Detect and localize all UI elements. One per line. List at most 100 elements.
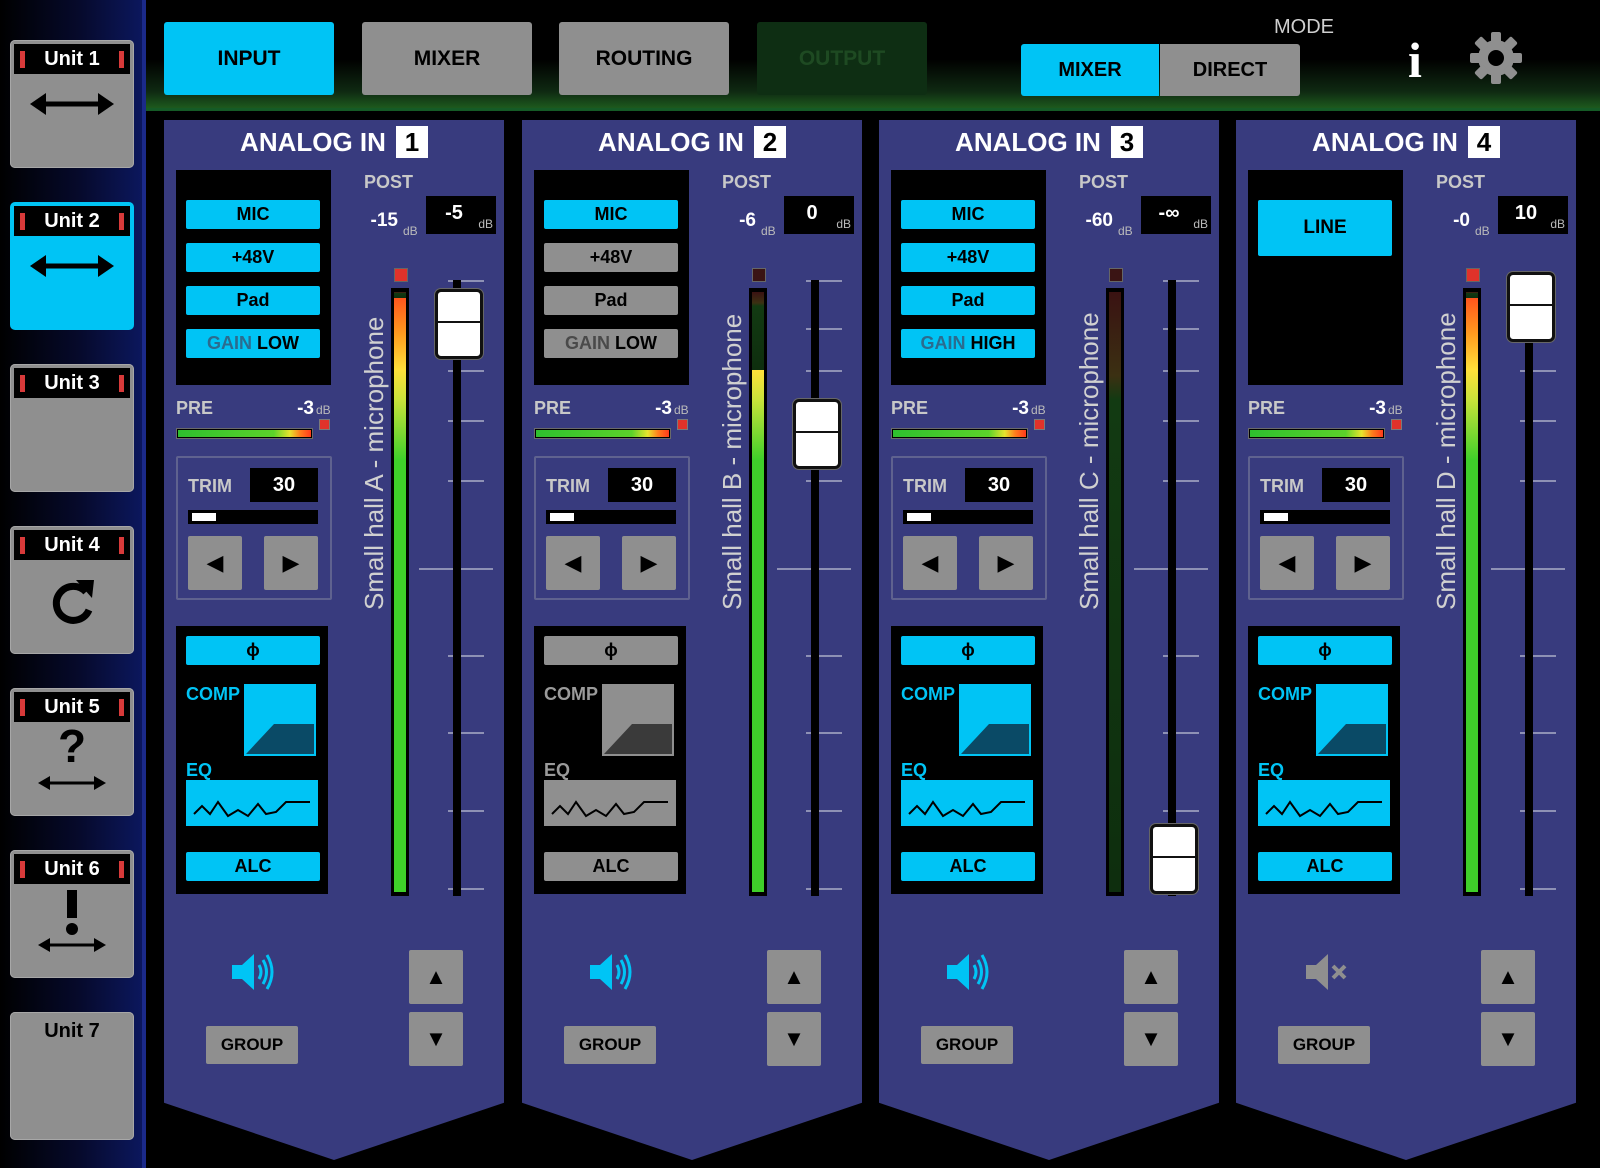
alc-button[interactable]: ALC <box>186 852 320 881</box>
fader-up-button[interactable]: ▲ <box>409 950 463 1004</box>
unit-4-button[interactable]: Unit 4 <box>10 526 134 654</box>
speaker-icon[interactable] <box>586 948 634 996</box>
gain-button[interactable]: GAIN LOW <box>544 329 678 358</box>
phantom-power-button[interactable]: +48V <box>544 243 678 272</box>
unit-6-button[interactable]: Unit 6 <box>10 850 134 978</box>
fader-knob[interactable] <box>1507 272 1555 342</box>
fader-knob[interactable] <box>793 399 841 469</box>
fader-down-button[interactable]: ▼ <box>767 1012 821 1066</box>
up-arrow-icon: ▲ <box>1140 964 1162 989</box>
pad-button[interactable]: Pad <box>901 286 1035 315</box>
group-button[interactable]: GROUP <box>921 1026 1013 1064</box>
trim-increase-button[interactable]: ▶ <box>264 536 318 590</box>
tab-routing[interactable]: ROUTING <box>559 22 729 95</box>
fader-up-button[interactable]: ▲ <box>1481 950 1535 1004</box>
trim-increase-button[interactable]: ▶ <box>979 536 1033 590</box>
pre-clip-indicator <box>1034 419 1045 430</box>
unit-7-button[interactable]: Unit 7 <box>10 1012 134 1140</box>
trim-label: TRIM <box>188 476 232 496</box>
unit-5-button[interactable]: Unit 5? <box>10 688 134 816</box>
alc-button[interactable]: ALC <box>1258 852 1392 881</box>
trim-increase-button[interactable]: ▶ <box>622 536 676 590</box>
mic-button[interactable]: MIC <box>544 200 678 229</box>
fader-track[interactable] <box>811 280 819 896</box>
unit-3-button[interactable]: Unit 3 <box>10 364 134 492</box>
trim-bar-fill <box>1264 513 1288 521</box>
compressor-graph-button[interactable] <box>602 684 674 756</box>
unit-label: Unit 2 <box>14 206 130 236</box>
phase-invert-button[interactable]: ɸ <box>186 636 320 665</box>
trim-label: TRIM <box>1260 476 1304 496</box>
info-icon[interactable]: i <box>1408 32 1422 88</box>
unit-indicator <box>20 51 25 68</box>
phase-invert-button[interactable]: ɸ <box>901 636 1035 665</box>
group-button[interactable]: GROUP <box>1278 1026 1370 1064</box>
gear-icon[interactable] <box>1468 30 1524 86</box>
left-arrow-icon: ◀ <box>206 550 224 575</box>
trim-increase-button[interactable]: ▶ <box>1336 536 1390 590</box>
group-button[interactable]: GROUP <box>564 1026 656 1064</box>
compressor-graph-button[interactable] <box>959 684 1031 756</box>
pre-label: PRE <box>1248 398 1286 418</box>
compressor-graph-button[interactable] <box>1316 684 1388 756</box>
eq-label: EQ <box>901 760 928 780</box>
pre-level-meter-fill <box>178 430 311 437</box>
db-unit: dB <box>1475 224 1490 238</box>
db-unit: dB <box>1031 403 1046 417</box>
gain-value: LOW <box>615 333 657 353</box>
tab-mixer[interactable]: MIXER <box>362 22 532 95</box>
alc-button[interactable]: ALC <box>901 852 1035 881</box>
trim-panel: TRIM 30 ◀ ▶ <box>891 456 1047 600</box>
fader-knob[interactable] <box>435 289 483 359</box>
tab-output[interactable]: OUTPUT <box>757 22 927 95</box>
unit-2-button[interactable]: Unit 2 <box>10 202 134 330</box>
unit-label-text: Unit 4 <box>44 534 100 556</box>
pad-button[interactable]: Pad <box>544 286 678 315</box>
alc-button[interactable]: ALC <box>544 852 678 881</box>
pad-button[interactable]: Pad <box>186 286 320 315</box>
phase-invert-button[interactable]: ɸ <box>544 636 678 665</box>
fader-down-button[interactable]: ▼ <box>409 1012 463 1066</box>
eq-graph-button[interactable] <box>1258 780 1390 826</box>
mic-button[interactable]: MIC <box>186 200 320 229</box>
phantom-power-button[interactable]: +48V <box>901 243 1035 272</box>
clip-indicator <box>752 268 766 282</box>
unit-label: Unit 3 <box>14 368 130 398</box>
fader-up-button[interactable]: ▲ <box>1124 950 1178 1004</box>
muted-speaker-icon[interactable] <box>1300 948 1348 996</box>
mode-mixer-button[interactable]: MIXER <box>1021 44 1159 96</box>
speaker-icon[interactable] <box>228 948 276 996</box>
trim-decrease-button[interactable]: ◀ <box>546 536 600 590</box>
trim-decrease-button[interactable]: ◀ <box>903 536 957 590</box>
eq-graph-button[interactable] <box>901 780 1033 826</box>
compressor-graph-button[interactable] <box>244 684 316 756</box>
clip-indicator <box>1109 268 1123 282</box>
speaker-icon[interactable] <box>943 948 991 996</box>
pre-level-meter <box>534 428 671 439</box>
fader-track[interactable] <box>1525 280 1533 896</box>
clip-indicator <box>1466 268 1480 282</box>
unit-1-button[interactable]: Unit 1 <box>10 40 134 168</box>
phantom-power-button[interactable]: +48V <box>186 243 320 272</box>
mic-button[interactable]: MIC <box>901 200 1035 229</box>
channel-title-text: ANALOG IN <box>955 127 1101 157</box>
group-button[interactable]: GROUP <box>206 1026 298 1064</box>
fader-down-button[interactable]: ▼ <box>1481 1012 1535 1066</box>
eq-graph-button[interactable] <box>186 780 318 826</box>
gain-button[interactable]: GAIN LOW <box>186 329 320 358</box>
gain-button[interactable]: GAIN HIGH <box>901 329 1035 358</box>
fader-track[interactable] <box>1168 280 1176 896</box>
trim-decrease-button[interactable]: ◀ <box>1260 536 1314 590</box>
pre-fader-level: -6 <box>739 210 756 231</box>
eq-graph-button[interactable] <box>544 780 676 826</box>
tab-input[interactable]: INPUT <box>164 22 334 95</box>
fader-down-button[interactable]: ▼ <box>1124 1012 1178 1066</box>
line-button[interactable]: LINE <box>1258 200 1392 256</box>
mode-direct-button[interactable]: DIRECT <box>1160 44 1300 96</box>
fader-up-button[interactable]: ▲ <box>767 950 821 1004</box>
db-unit: dB <box>1118 224 1133 238</box>
fader-knob[interactable] <box>1150 824 1198 894</box>
fader-track[interactable] <box>453 280 461 896</box>
trim-decrease-button[interactable]: ◀ <box>188 536 242 590</box>
phase-invert-button[interactable]: ɸ <box>1258 636 1392 665</box>
